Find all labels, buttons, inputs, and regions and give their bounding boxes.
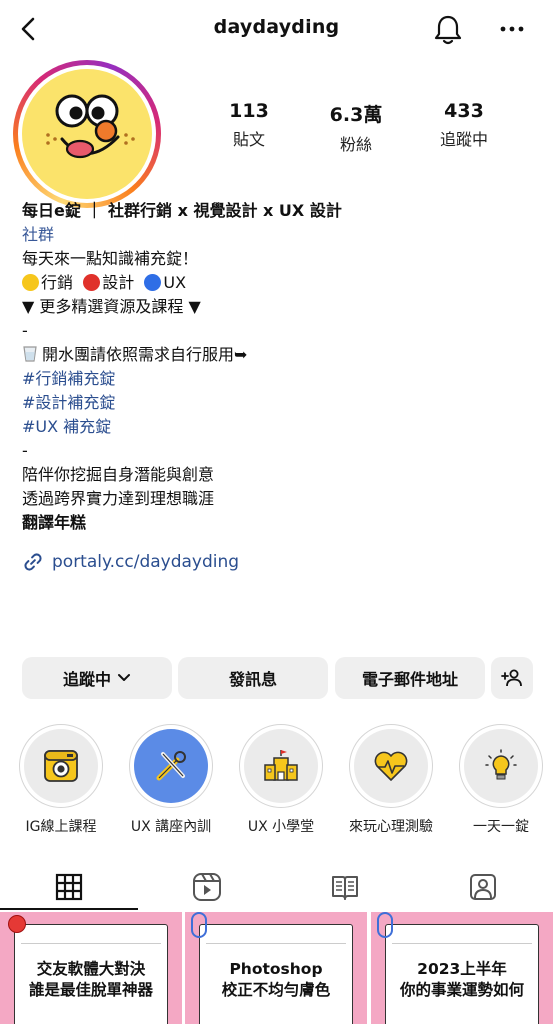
blue-circle-icon xyxy=(144,274,162,291)
profile-category[interactable]: 社群 xyxy=(22,223,532,247)
bio-line: 陪伴你挖掘自身潛能與創意 xyxy=(22,465,215,484)
email-button[interactable]: 電子郵件地址 xyxy=(335,657,485,699)
highlight-ux-school[interactable]: UX 小學堂 xyxy=(233,724,329,836)
post-tile[interactable]: 2023上半年 你的事業運勢如何 xyxy=(371,912,553,1024)
tab-reels[interactable] xyxy=(138,864,276,910)
hashtag-marketing[interactable]: #行銷補充錠 xyxy=(22,367,532,391)
tagged-icon xyxy=(470,874,496,900)
hashtag-ux[interactable]: #UX 補充錠 xyxy=(22,415,532,439)
school-icon xyxy=(264,750,298,781)
highlight-label: IG線上課程 xyxy=(25,819,97,835)
profile-bio: 每日e錠 ｜ 社群行銷 x 視覺設計 x UX 設計 社群 每天來一點知識補充錠… xyxy=(22,199,532,535)
bell-icon xyxy=(434,15,462,45)
post-title-line: 2023上半年 xyxy=(417,960,507,978)
highlight-label: 來玩心理測驗 xyxy=(349,819,433,835)
message-button[interactable]: 發訊息 xyxy=(178,657,328,699)
bio-water-line: 開水團請依照需求自行服用➥ xyxy=(22,343,532,367)
profile-username: daydayding xyxy=(213,16,340,38)
more-options-button[interactable] xyxy=(495,14,529,44)
bio-pill-design: 設計 xyxy=(102,273,135,292)
tab-guides[interactable] xyxy=(276,864,414,910)
highlight-ig-course[interactable]: IG線上課程 xyxy=(13,724,109,836)
post-card: 2023上半年 你的事業運勢如何 xyxy=(385,924,539,1024)
bio-line: 每天來一點知識補充錠！ xyxy=(22,249,199,268)
camera-icon xyxy=(44,750,78,782)
post-title-line: Photoshop xyxy=(229,960,323,978)
profile-link[interactable]: portaly.cc/daydayding xyxy=(22,551,239,573)
reels-icon xyxy=(193,873,221,901)
post-title: 交友軟體大對決 誰是最佳脫單神器 xyxy=(15,959,167,1001)
yellow-circle-icon xyxy=(22,274,39,291)
more-icon xyxy=(500,26,524,32)
avatar[interactable] xyxy=(13,60,161,208)
post-title: 2023上半年 你的事業運勢如何 xyxy=(386,959,538,1001)
chevron-down-icon xyxy=(118,674,130,681)
bio-pills-line: 行銷 設計 UX xyxy=(22,271,532,295)
add-person-icon xyxy=(501,669,522,687)
following-count-value: 433 xyxy=(444,100,484,122)
highlight-label: UX 講座內訓 xyxy=(130,819,212,835)
post-title-line: 交友軟體大對決 xyxy=(36,960,146,978)
followers-count-label: 粉絲 xyxy=(339,135,372,154)
email-button-label: 電子郵件地址 xyxy=(361,670,458,689)
top-bar: daydayding xyxy=(0,0,553,60)
post-title-line: 誰是最佳脫單神器 xyxy=(28,981,153,999)
bio-line-text: 開水團請依照需求自行服用➥ xyxy=(42,345,248,364)
red-circle-icon xyxy=(83,274,101,291)
heart-pulse-icon xyxy=(374,751,408,781)
highlight-label: UX 小學堂 xyxy=(247,819,315,835)
post-title-line: 你的事業運勢如何 xyxy=(399,981,524,999)
grid-icon xyxy=(55,873,83,901)
paperclip-icon xyxy=(191,912,207,938)
tab-grid[interactable] xyxy=(0,864,138,910)
following-button[interactable]: 追蹤中 xyxy=(22,657,172,699)
post-tile[interactable]: Photoshop 校正不均勻膚色 xyxy=(185,912,367,1024)
bio-pill-ux: UX xyxy=(163,273,187,292)
lightbulb-icon xyxy=(485,749,517,780)
post-card: Photoshop 校正不均勻膚色 xyxy=(199,924,353,1024)
message-button-label: 發訊息 xyxy=(228,670,277,689)
tab-tagged[interactable] xyxy=(414,864,552,910)
posts-count-value: 113 xyxy=(229,100,269,122)
link-icon xyxy=(24,553,42,571)
cartoon-face-avatar xyxy=(22,69,152,199)
tools-icon xyxy=(156,751,186,781)
pushpin-icon xyxy=(8,915,26,933)
bio-dash: - xyxy=(22,321,28,340)
followers-count-value: 6.3萬 xyxy=(329,104,383,126)
post-card: 交友軟體大對決 誰是最佳脫單神器 xyxy=(14,924,168,1024)
post-title: Photoshop 校正不均勻膚色 xyxy=(200,959,352,1001)
followers-count[interactable]: 6.3萬 粉絲 xyxy=(301,100,411,155)
highlight-label: 一天一錠 xyxy=(473,819,529,835)
highlight-psych-test[interactable]: 來玩心理測驗 xyxy=(343,724,439,836)
notifications-button[interactable] xyxy=(432,13,464,47)
bio-pill-marketing: 行銷 xyxy=(41,273,74,292)
bio-dash: - xyxy=(22,441,28,460)
active-tab-indicator xyxy=(0,908,138,910)
highlight-daily-pill[interactable]: 一天一錠 xyxy=(453,724,549,836)
following-count-label: 追蹤中 xyxy=(439,130,488,149)
hashtag-design[interactable]: #設計補充錠 xyxy=(22,391,532,415)
bio-line: 翻譯年糕 xyxy=(22,513,87,532)
profile-display-name: 每日e錠 ｜ 社群行銷 x 視覺設計 x UX 設計 xyxy=(22,201,342,220)
highlight-ux-lecture[interactable]: UX 講座內訓 xyxy=(123,724,219,836)
posts-count[interactable]: 113 貼文 xyxy=(194,100,304,150)
posts-count-label: 貼文 xyxy=(232,130,265,149)
following-count[interactable]: 433 追蹤中 xyxy=(409,100,519,150)
post-tile[interactable]: 交友軟體大對決 誰是最佳脫單神器 xyxy=(0,912,182,1024)
profile-link-text: portaly.cc/daydayding xyxy=(52,552,240,572)
post-title-line: 校正不均勻膚色 xyxy=(221,981,331,999)
bio-line: 透過跨界實力達到理想職涯 xyxy=(22,489,215,508)
suggested-users-button[interactable] xyxy=(491,657,533,699)
bio-line: ▼ 更多精選資源及課程 ▼ xyxy=(22,297,201,316)
profile-tabs xyxy=(0,864,553,910)
following-button-label: 追蹤中 xyxy=(62,670,111,689)
glass-of-water-icon xyxy=(23,346,37,362)
paperclip-icon xyxy=(377,912,393,938)
guide-icon xyxy=(332,876,358,900)
posts-grid: 交友軟體大對決 誰是最佳脫單神器 Photoshop 校正不均勻膚色 2023上… xyxy=(0,912,553,1024)
avatar-face-icon xyxy=(46,94,135,159)
